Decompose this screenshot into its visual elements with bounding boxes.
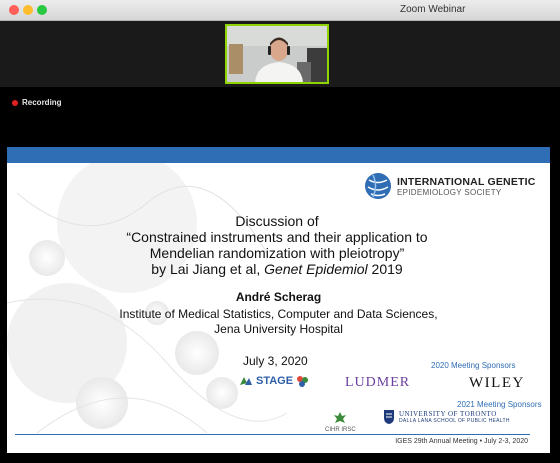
cihr-leaf-icon: [334, 412, 347, 423]
iges-logo: INTERNATIONAL GENETIC EPIDEMIOLOGY SOCIE…: [363, 171, 536, 201]
society-name-line1: INTERNATIONAL GENETIC: [397, 175, 536, 188]
slide-title-line1: Discussion of: [235, 213, 319, 229]
affiliation-line2: Jena University Hospital: [214, 322, 343, 336]
speaker-video-image: [227, 26, 327, 82]
stage-leaf-icon: [240, 377, 252, 385]
presentation-date: July 3, 2020: [243, 354, 308, 368]
sponsor-uoft-name: UNIVERSITY OF TORONTO: [399, 410, 497, 418]
uoft-crest-icon: [384, 410, 394, 424]
recording-dot-icon: [12, 99, 18, 106]
slide-title-line4: by Lai Jiang et al, Genet Epidemiol 2019: [67, 261, 487, 277]
slide-title-line3: Mendelian randomization with pleiotropy”: [149, 245, 405, 261]
window-titlebar: Zoom Webinar: [0, 0, 560, 21]
minimize-window-button[interactable]: [23, 5, 33, 15]
sponsor-stage-logo: STAGE: [239, 375, 309, 387]
sponsor-cihr-name: CIHR IRSC: [325, 427, 356, 433]
sponsor-wiley-logo: WILEY: [469, 375, 525, 391]
sponsor-cihr-logo: CIHR IRSC: [325, 411, 356, 433]
recording-label: Recording: [22, 98, 62, 107]
slide-footer-text: IGES 29th Annual Meeting • July 2-3, 202…: [395, 438, 528, 445]
sponsors-2021-heading: 2021 Meeting Sponsors: [457, 400, 542, 409]
slide-footer-rule: [15, 434, 530, 435]
bottom-black-bar: [0, 453, 560, 463]
society-name-line2: EPIDEMIOLOGY SOCIETY: [397, 187, 502, 197]
video-strip: [0, 21, 560, 87]
stage-dots-icon: [297, 376, 309, 387]
iges-globe-icon: [365, 173, 391, 199]
close-window-button[interactable]: [9, 5, 19, 15]
sponsor-uoft-school: DALLA LANA SCHOOL OF PUBLIC HEALTH: [399, 418, 510, 424]
window-title: Zoom Webinar: [400, 4, 466, 15]
zoom-window-button[interactable]: [37, 5, 47, 15]
slide-title-line2: “Constrained instruments and their appli…: [126, 229, 428, 245]
sponsor-ludmer-logo: LUDMER: [345, 375, 411, 390]
sponsor-stage-name: STAGE: [256, 375, 294, 387]
author-affiliation: Institute of Medical Statistics, Compute…: [7, 307, 550, 337]
shared-screen-slide: INTERNATIONAL GENETIC EPIDEMIOLOGY SOCIE…: [7, 163, 550, 453]
citation-authors: by Lai Jiang et al,: [151, 261, 265, 277]
gallery-background: [0, 87, 560, 147]
sponsors-2020-heading: 2020 Meeting Sponsors: [431, 361, 516, 370]
speaker-video-tile[interactable]: [225, 24, 329, 84]
citation-journal: Genet Epidemiol: [264, 261, 368, 277]
recording-indicator: Recording: [12, 98, 62, 107]
affiliation-line1: Institute of Medical Statistics, Compute…: [119, 307, 438, 321]
slide-top-band: [7, 147, 550, 163]
citation-year: 2019: [367, 261, 403, 277]
sponsor-uoft-logo: UNIVERSITY OF TORONTO DALLA LANA SCHOOL …: [383, 409, 510, 425]
author-name: André Scherag: [235, 290, 322, 304]
